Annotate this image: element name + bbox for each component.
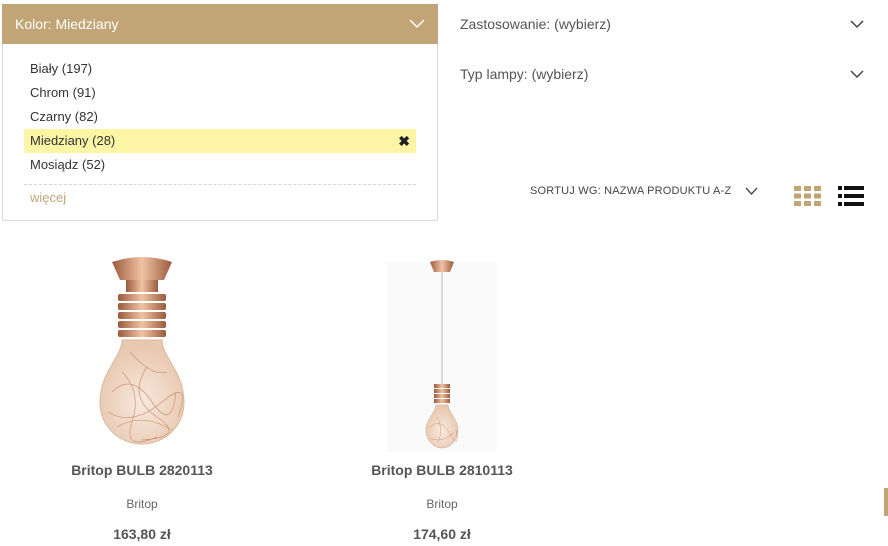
color-filter: Kolor: Miedziany Biały (197) Chrom (91) … bbox=[2, 4, 438, 221]
grid-view-icon[interactable] bbox=[794, 186, 821, 206]
product-name[interactable]: Britop BULB 2810113 bbox=[342, 462, 542, 478]
product-price: 163,80 zł bbox=[113, 526, 171, 542]
color-option-bialy[interactable]: Biały (197) bbox=[24, 57, 416, 81]
product-image[interactable] bbox=[72, 252, 212, 452]
product-card[interactable]: Britop BULB 2820113 Britop 163,80 zł bbox=[42, 252, 242, 542]
usage-filter[interactable]: Zastosowanie: (wybierz) bbox=[460, 14, 864, 34]
color-option-chrom[interactable]: Chrom (91) bbox=[24, 81, 416, 105]
lamp-type-filter[interactable]: Typ lampy: (wybierz) bbox=[460, 64, 864, 84]
option-label: Mosiądz (52) bbox=[30, 157, 106, 172]
copper-bulb-pendant-lamp-image bbox=[387, 260, 497, 452]
option-label: Chrom (91) bbox=[30, 85, 96, 100]
color-option-mosiadz[interactable]: Mosiądz (52) bbox=[24, 153, 416, 177]
list-view-icon[interactable] bbox=[838, 186, 864, 206]
color-option-miedziany[interactable]: Miedziany (28) ✖ bbox=[24, 129, 416, 153]
more-link[interactable]: więcej bbox=[30, 190, 66, 205]
product-image[interactable] bbox=[372, 252, 512, 452]
product-card[interactable]: Britop BULB 2810113 Britop 174,60 zł bbox=[342, 252, 542, 542]
option-label: Miedziany (28) bbox=[30, 133, 116, 148]
color-filter-label: Kolor: Miedziany bbox=[15, 16, 119, 32]
product-price: 174,60 zł bbox=[413, 526, 471, 542]
side-tab[interactable] bbox=[884, 488, 888, 516]
chevron-down-icon bbox=[409, 19, 425, 29]
product-name[interactable]: Britop BULB 2820113 bbox=[42, 462, 242, 478]
product-brand: Britop bbox=[426, 497, 458, 511]
option-label: Biały (197) bbox=[30, 61, 93, 76]
copper-bulb-ceiling-lamp-image bbox=[99, 257, 185, 445]
chevron-down-icon bbox=[745, 187, 758, 195]
color-filter-header[interactable]: Kolor: Miedziany bbox=[2, 4, 438, 44]
product-brand: Britop bbox=[126, 497, 158, 511]
remove-filter-icon[interactable]: ✖ bbox=[398, 129, 410, 153]
more-row: więcej bbox=[24, 184, 416, 207]
option-label: Czarny (82) bbox=[30, 109, 98, 124]
chevron-down-icon bbox=[850, 69, 864, 78]
lamp-type-filter-label: Typ lampy: (wybierz) bbox=[460, 66, 589, 82]
sort-dropdown[interactable]: SORTUJ WG: NAZWA PRODUKTU A-Z bbox=[530, 185, 758, 197]
chevron-down-icon bbox=[850, 19, 864, 28]
color-options: Biały (197) Chrom (91) Czarny (82) Miedz… bbox=[3, 44, 437, 177]
sort-label: SORTUJ WG: NAZWA PRODUKTU A-Z bbox=[530, 185, 732, 197]
usage-filter-label: Zastosowanie: (wybierz) bbox=[460, 16, 611, 32]
color-option-czarny[interactable]: Czarny (82) bbox=[24, 105, 416, 129]
